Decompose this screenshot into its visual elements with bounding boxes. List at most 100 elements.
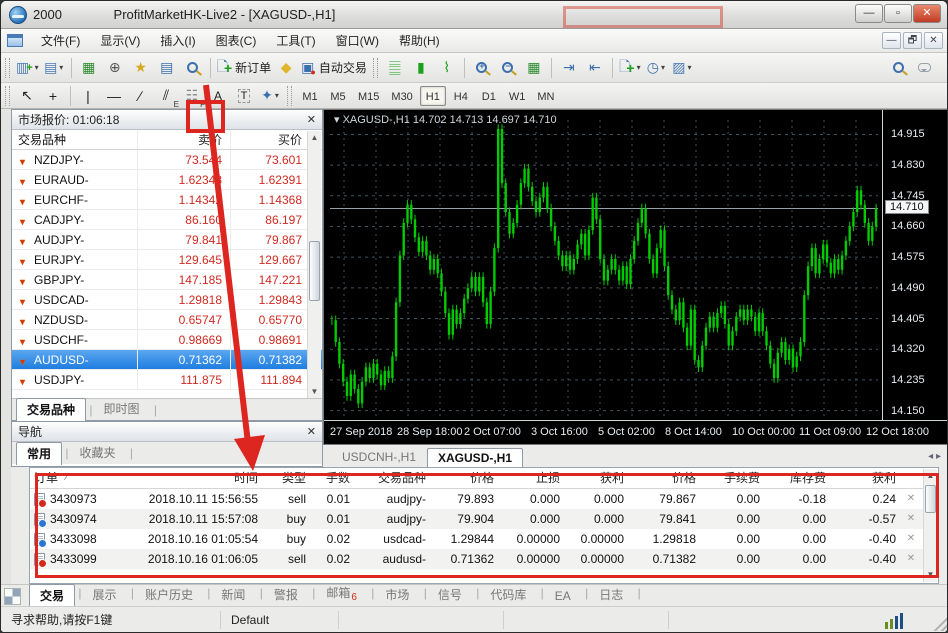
chart-shift-button[interactable]: ⇤ — [583, 56, 607, 80]
bar-chart-button[interactable]: 𝄛 — [383, 56, 407, 80]
navigator-title-bar[interactable]: 导航 ✕ — [12, 422, 322, 442]
timeframe-m1[interactable]: M1 — [297, 86, 323, 106]
terminal-tab-1[interactable]: 交易 — [29, 584, 76, 607]
maximize-button[interactable]: ▫ — [884, 4, 912, 23]
timeframe-m5[interactable]: M5 — [325, 86, 351, 106]
new-chart-button[interactable]: ▥ + ▾ — [15, 56, 40, 80]
templates-button[interactable]: ▨ ▾ — [670, 56, 694, 80]
cursor-tool-button[interactable]: ↖ — [15, 84, 39, 108]
zoom-out-button[interactable]: − — [496, 56, 520, 80]
data-window-toggle-button[interactable]: ⊕ — [103, 56, 127, 80]
close-order-icon[interactable]: ✕ — [902, 509, 920, 529]
menu-item-插入[interactable]: 插入(I) — [150, 29, 205, 52]
chart-window[interactable]: ▾ XAGUSD-,H1 14.702 14.713 14.697 14.710… — [323, 109, 947, 445]
timeframe-w1[interactable]: W1 — [504, 86, 531, 106]
indicators-button[interactable]: 🗋 + ▾ — [618, 56, 642, 80]
trade-row-3430973[interactable]: 3430973 2018.10.11 15:56:55 sell 0.01 audjpy… — [30, 489, 938, 509]
line-chart-button[interactable]: ⌇ — [435, 56, 459, 80]
market-watch-header[interactable]: 交易品种 卖价 买价 — [12, 130, 322, 150]
zoom-in-button[interactable]: + — [470, 56, 494, 80]
terminal-tab-8[interactable]: 信号 — [427, 583, 473, 606]
menu-item-显示[interactable]: 显示(V) — [90, 29, 150, 52]
market-watch-tab-1[interactable]: 交易品种 — [16, 398, 87, 421]
scroll-down-icon[interactable]: ▼ — [308, 385, 321, 399]
terminal-tab-6[interactable]: 邮箱6 — [315, 581, 368, 606]
terminal-tab-4[interactable]: 新闻 — [210, 583, 256, 606]
chart-tab-scroll-icons[interactable]: ◂ ▸ — [928, 451, 941, 462]
chat-icon[interactable] — [912, 56, 936, 80]
resize-grip[interactable] — [931, 615, 947, 631]
market-watch-row-USDCHF[interactable]: USDCHF-0.986690.98691 — [12, 330, 322, 352]
scrollbar-thumb[interactable] — [925, 485, 936, 513]
market-watch-row-USDCAD[interactable]: USDCAD-1.298181.29843 — [12, 290, 322, 312]
chart-tab-2[interactable]: XAGUSD-,H1 — [427, 448, 524, 468]
trade-row-3430974[interactable]: 3430974 2018.10.11 15:57:08 buy 0.01 audjpy-… — [30, 509, 938, 529]
timeframe-mn[interactable]: MN — [532, 86, 559, 106]
market-watch-row-AUDUSD[interactable]: AUDUSD-0.713620.71382 — [12, 350, 322, 372]
market-watch-row-NZDJPY[interactable]: NZDJPY-73.54473.601 — [12, 150, 322, 172]
menu-item-工具[interactable]: 工具(T) — [266, 29, 325, 52]
close-button[interactable]: ✕ — [913, 4, 941, 23]
scroll-down-icon[interactable]: ▼ — [924, 568, 937, 582]
toolbar-grip[interactable] — [287, 85, 292, 106]
trade-row-3433099[interactable]: 3433099 2018.10.16 01:06:05 sell 0.02 audusd… — [30, 549, 938, 569]
menu-item-图表[interactable]: 图表(C) — [206, 29, 267, 52]
candlestick-chart-button[interactable]: ▮ — [409, 56, 433, 80]
scrollbar-thumb[interactable] — [309, 241, 320, 301]
toolbar-grip[interactable] — [5, 85, 10, 106]
autotrading-button[interactable]: ▣ ● 自动交易 — [300, 56, 368, 80]
mdi-minimize-button[interactable]: — — [882, 32, 901, 49]
periods-button[interactable]: ◷ ▾ — [644, 56, 668, 80]
timeframe-m30[interactable]: M30 — [386, 86, 417, 106]
mdi-close-button[interactable]: ✕ — [924, 32, 943, 49]
terminal-toggle-button[interactable]: ▤ — [155, 56, 179, 80]
strategy-tester-button[interactable] — [181, 56, 205, 80]
chart-tab-1[interactable]: USDCNH-,H1 — [331, 447, 427, 467]
timeframe-h1[interactable]: H1 — [419, 85, 446, 106]
market-watch-toggle-button[interactable]: ▦ — [77, 56, 101, 80]
navigator-close-icon[interactable]: ✕ — [307, 425, 316, 438]
toolbar-grip[interactable] — [372, 57, 378, 78]
navigator-toggle-button[interactable]: ★ — [129, 56, 153, 80]
market-watch-row-AUDJPY[interactable]: AUDJPY-79.84179.867 — [12, 230, 322, 252]
timeframe-m15[interactable]: M15 — [353, 86, 384, 106]
market-watch-row-USDJPY[interactable]: USDJPY-111.875111.894 — [12, 370, 322, 392]
vertical-line-tool-button[interactable]: | — [76, 84, 100, 108]
new-order-button[interactable]: 🗋 + 新订单 — [216, 56, 272, 80]
fibonacci-tool-button[interactable]: ☷ F — [180, 84, 205, 109]
auto-scroll-button[interactable]: ⇥ — [557, 56, 581, 80]
arrows-tool-button[interactable]: ✦ ▾ — [258, 84, 282, 108]
terminal-tab-3[interactable]: 账户历史 — [134, 583, 204, 606]
scroll-up-icon[interactable]: ▲ — [924, 469, 937, 483]
market-watch-row-EURCHF[interactable]: EURCHF-1.143421.14368 — [12, 190, 322, 212]
navigator-tab-1[interactable]: 常用 — [16, 442, 63, 465]
tile-windows-button[interactable]: ▦ — [522, 56, 546, 80]
market-watch-title-bar[interactable]: 市场报价: 01:06:18 ✕ — [12, 110, 322, 130]
trendline-tool-button[interactable]: ∕ — [128, 84, 152, 108]
market-watch-tab-2[interactable]: 即时图 — [92, 397, 150, 420]
toolbar-grip[interactable] — [5, 57, 10, 78]
close-order-icon[interactable]: ✕ — [902, 549, 920, 569]
market-watch-row-NZDUSD[interactable]: NZDUSD-0.657470.65770 — [12, 310, 322, 332]
close-order-icon[interactable]: ✕ — [902, 489, 920, 509]
terminal-scrollbar[interactable]: ▲ ▼ — [923, 469, 937, 582]
market-watch-close-icon[interactable]: ✕ — [307, 113, 316, 126]
terminal-header-row[interactable]: 订单 ∕ 时间 类型 手数 交易品种 价格 止损 获利 价格 手续费 库存费 获利 — [30, 468, 938, 489]
timeframe-d1[interactable]: D1 — [476, 86, 502, 106]
text-tool-button[interactable]: A — [206, 84, 230, 108]
terminal-tab-11[interactable]: 日志 — [588, 583, 634, 606]
trade-row-3433098[interactable]: 3433098 2018.10.16 01:05:54 buy 0.02 usdcad-… — [30, 529, 938, 549]
market-watch-row-CADJPY[interactable]: CADJPY-86.16086.197 — [12, 210, 322, 232]
terminal-tab-7[interactable]: 市场 — [374, 583, 420, 606]
channel-tool-button[interactable]: ⫽ E — [154, 84, 179, 109]
candlestick-chart[interactable] — [324, 110, 882, 420]
minimize-button[interactable]: — — [855, 4, 883, 23]
terminal-grip-icon[interactable] — [4, 588, 21, 605]
crosshair-tool-button[interactable]: + — [41, 84, 65, 108]
timeframe-h4[interactable]: H4 — [448, 86, 474, 106]
status-profile[interactable]: Default — [221, 611, 339, 629]
menu-item-文件[interactable]: 文件(F) — [31, 29, 90, 52]
market-watch-row-GBPJPY[interactable]: GBPJPY-147.185147.221 — [12, 270, 322, 292]
terminal-tab-9[interactable]: 代码库 — [479, 583, 537, 606]
navigator-tab-2[interactable]: 收藏夹 — [68, 441, 126, 464]
